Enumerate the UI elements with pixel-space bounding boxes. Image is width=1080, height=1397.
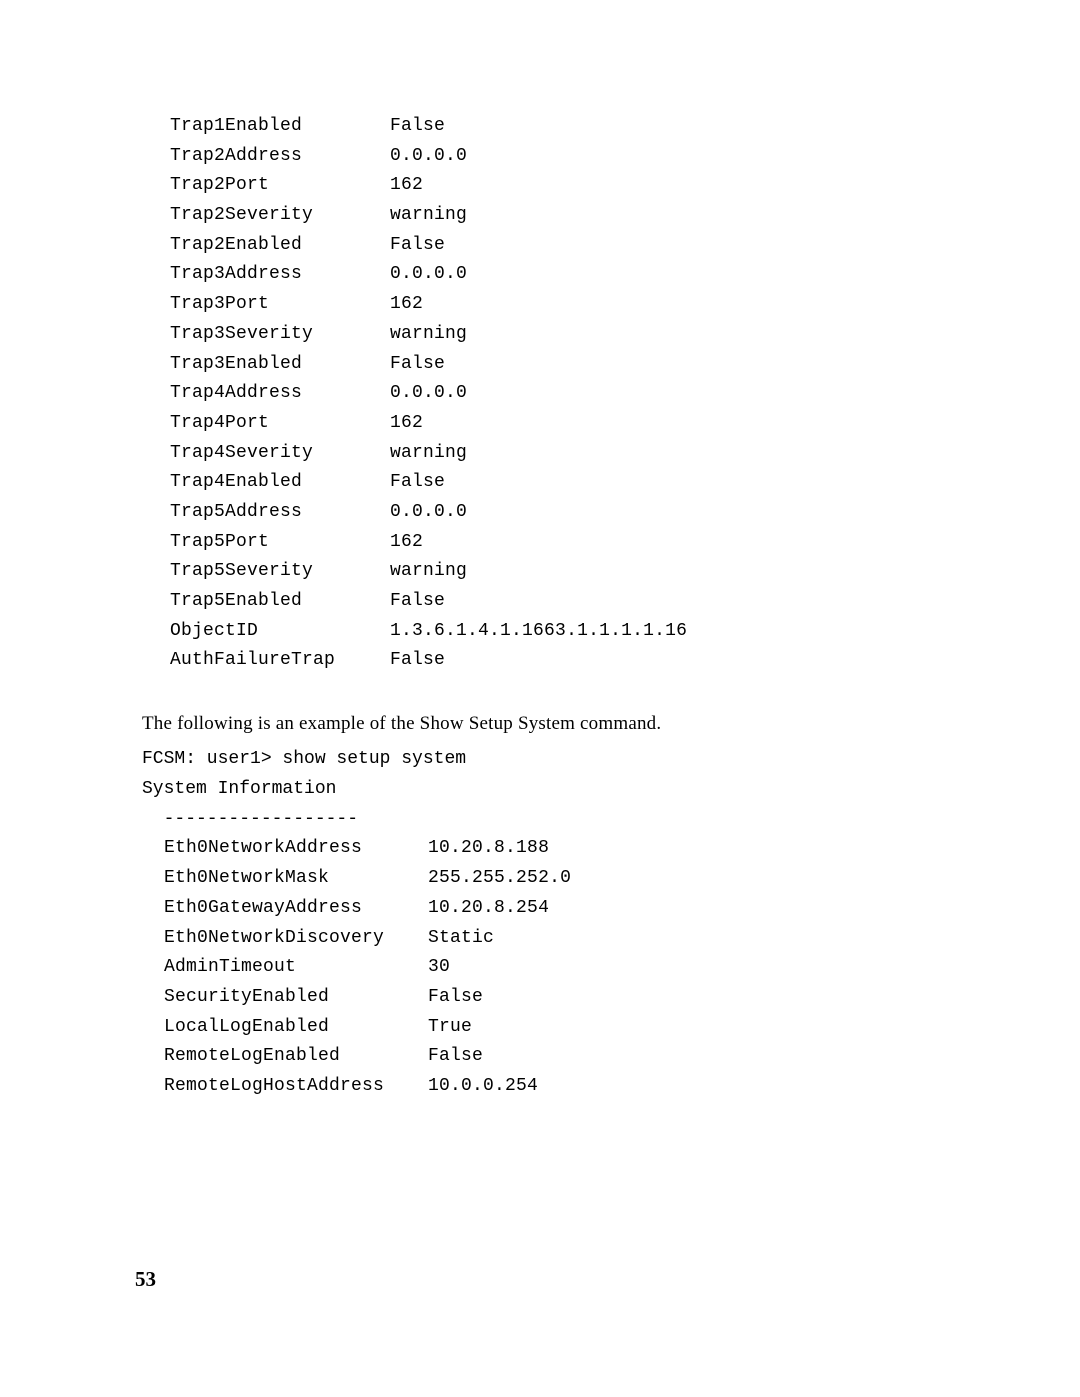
command-prompt-line: FCSM: user1> show setup system: [142, 745, 1010, 775]
divider-line: ------------------: [142, 805, 1010, 835]
example-intro-text: The following is an example of the Show …: [142, 708, 1010, 739]
page-number: 53: [135, 1262, 156, 1297]
system-info-heading: System Information: [142, 775, 1010, 805]
system-info-block: Eth0NetworkAddress 10.20.8.188 Eth0Netwo…: [142, 834, 1010, 1101]
trap-config-block: Trap1Enabled False Trap2Address 0.0.0.0 …: [170, 112, 1010, 676]
